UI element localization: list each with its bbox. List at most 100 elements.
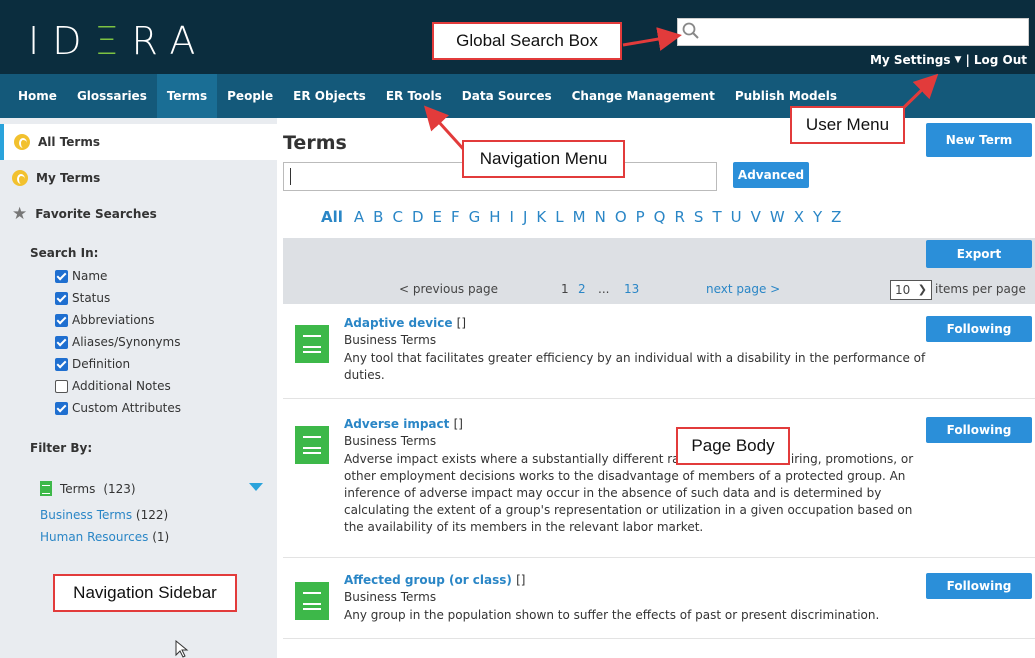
search-in-additional-notes[interactable]: Additional Notes [55,375,277,397]
alpha-letter-link[interactable]: F [451,208,460,226]
term-definition: Any tool that facilitates greater effici… [344,351,926,382]
nav-item-er-objects[interactable]: ER Objects [283,74,376,118]
term-doc-icon [295,325,329,363]
alpha-letter-link[interactable]: L [555,208,563,226]
nav-item-home[interactable]: Home [8,74,67,118]
alpha-letter-link[interactable]: Q [654,208,666,226]
term-doc-icon [295,582,329,620]
alpha-letter-link[interactable]: C [392,208,402,226]
alpha-letter-link[interactable]: O [615,208,627,226]
search-in-abbreviations[interactable]: Abbreviations [55,309,277,331]
alpha-letter-link[interactable]: T [712,208,721,226]
sidebar-item-label: My Terms [36,171,101,185]
filter-by-heading: Filter By: [30,441,93,455]
export-button[interactable]: Export [926,240,1032,268]
checkbox[interactable] [55,291,68,305]
nav-item-people[interactable]: People [217,74,283,118]
following-button[interactable]: Following [926,573,1032,599]
alpha-letter-link[interactable]: J [523,208,527,226]
alpha-letter-link[interactable]: S [694,208,704,226]
chevron-down-icon[interactable]: ▼ [955,55,962,65]
menu-separator: | [965,53,970,67]
alpha-letter-link[interactable]: Y [813,208,822,226]
term-name-link[interactable]: Adaptive device [] [344,316,466,330]
alpha-letter-link[interactable]: B [373,208,383,226]
list-item: Adaptive device [] Business Terms Any to… [283,316,1035,399]
sidebar-item-my-terms[interactable]: My Terms [0,160,277,196]
collapse-triangle-icon[interactable] [249,483,263,491]
alpha-letter-link[interactable]: Z [831,208,841,226]
alpha-letter-link[interactable]: A [354,208,364,226]
search-in-status[interactable]: Status [55,287,277,309]
following-button[interactable]: Following [926,417,1032,443]
alpha-letter-link[interactable]: D [412,208,424,226]
list-item: Affected group (or class) [] Business Te… [283,573,1035,639]
next-page-link[interactable]: next page > [706,282,780,296]
term-name-link[interactable]: Affected group (or class) [] [344,573,525,587]
search-in-custom-attributes[interactable]: Custom Attributes [55,397,277,419]
alpha-letter-link[interactable]: M [573,208,586,226]
global-search-input[interactable] [704,21,1024,43]
alpha-letter-link[interactable]: R [674,208,684,226]
search-in-name[interactable]: Name [55,265,277,287]
callout-user-menu: User Menu [790,106,905,144]
alpha-letter-link[interactable]: V [751,208,761,226]
checkbox[interactable] [55,401,68,415]
nav-item-glossaries[interactable]: Glossaries [67,74,157,118]
my-settings-link[interactable]: My Settings [870,53,951,67]
previous-page-link[interactable]: < previous page [399,282,498,296]
nav-item-terms[interactable]: Terms [156,74,218,118]
alpha-letter-link[interactable]: X [794,208,804,226]
idera-logo[interactable]: IDΞRA [28,19,208,63]
alpha-letter-link[interactable]: G [469,208,481,226]
alpha-letter-link[interactable]: P [636,208,645,226]
logout-link[interactable]: Log Out [974,53,1027,67]
filter-group-count: (123) [103,481,136,496]
page-2-link[interactable]: 2 [578,282,586,296]
filter-human-resources[interactable]: Human Resources (1) [0,530,277,544]
nav-item-er-tools[interactable]: ER Tools [376,74,452,118]
page-1: 1 [561,282,569,296]
items-per-page-select[interactable]: 10 ❯ [890,280,932,300]
search-in-heading: Search In: [30,246,99,260]
sidebar-item-all-terms[interactable]: All Terms [0,124,277,160]
nav-item-data-sources[interactable]: Data Sources [452,74,562,118]
alpha-letter-link[interactable]: U [731,208,742,226]
sidebar-item-favorite-searches[interactable]: ★ Favorite Searches [0,196,277,232]
callout-global-search: Global Search Box [432,22,622,60]
filter-group-terms[interactable]: Terms (123) [0,481,277,496]
term-name-link[interactable]: Adverse impact [] [344,417,463,431]
term-category: Business Terms [344,590,437,604]
global-search-box[interactable] [677,18,1029,46]
page-13-link[interactable]: 13 [624,282,639,296]
new-term-button[interactable]: New Term [926,123,1032,157]
checkbox[interactable] [55,313,68,327]
alpha-letter-link[interactable]: W [770,208,785,226]
term-doc-icon [295,426,329,464]
filter-business-terms[interactable]: Business Terms (122) [0,508,277,522]
term-doc-icon [40,481,52,496]
nav-item-change-management[interactable]: Change Management [562,74,725,118]
page-ellipsis: ... [598,282,610,296]
checkbox[interactable] [55,357,68,371]
alpha-letter-link[interactable]: I [510,208,514,226]
filter-group-label: Terms [60,481,96,496]
star-icon: ★ [12,204,28,224]
text-cursor [290,168,291,185]
checkbox[interactable] [55,335,68,349]
alpha-letter-link[interactable]: H [489,208,500,226]
following-button[interactable]: Following [926,316,1032,342]
search-in-aliases[interactable]: Aliases/Synonyms [55,331,277,353]
checkbox[interactable] [55,379,68,393]
pagination: < previous page 1 2 ... 13 next page > 1… [283,280,1035,302]
alpha-letter-link[interactable]: N [595,208,606,226]
alpha-all-link[interactable]: All [321,208,343,226]
advanced-search-button[interactable]: Advanced [733,162,809,188]
checkbox[interactable] [55,269,68,283]
term-definition: Any group in the population shown to suf… [344,608,880,622]
alpha-letter-link[interactable]: K [536,208,546,226]
search-in-definition[interactable]: Definition [55,353,277,375]
alpha-letter-link[interactable]: E [433,208,442,226]
sidebar-item-label: All Terms [38,135,100,149]
sidebar-item-label: Favorite Searches [35,207,157,221]
